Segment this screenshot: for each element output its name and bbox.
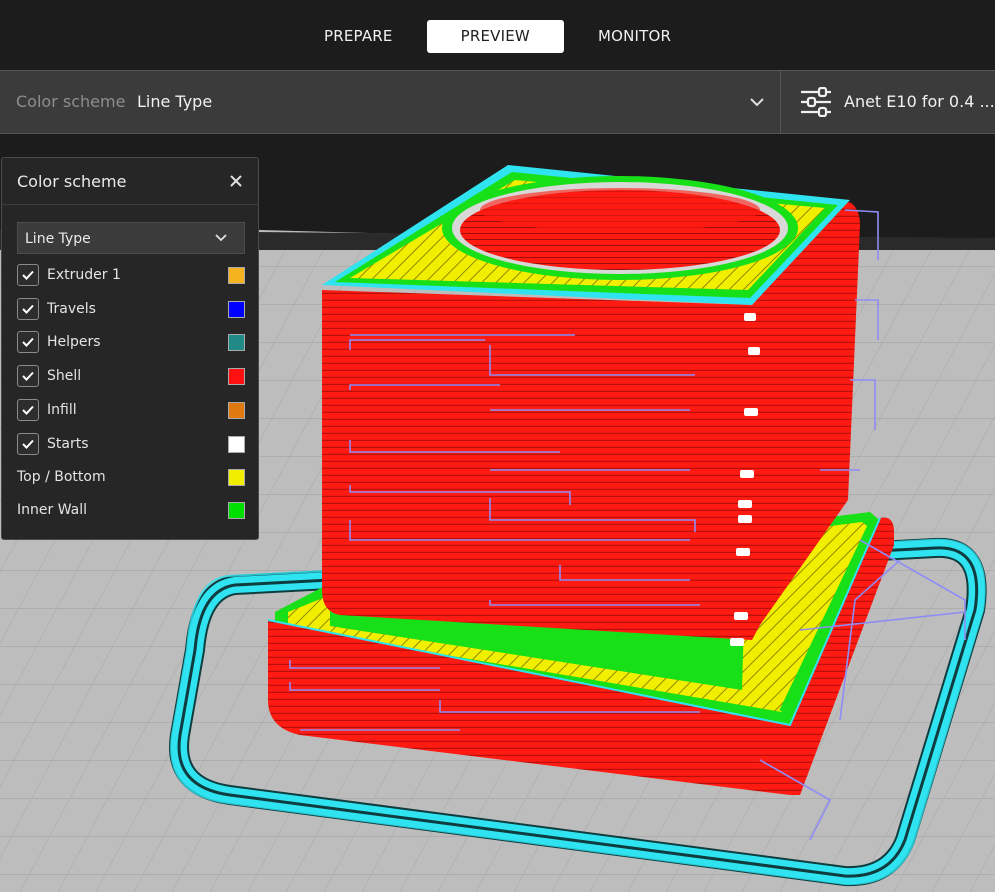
tab-monitor[interactable]: MONITOR bbox=[564, 20, 705, 53]
color-scheme-selector[interactable]: Color scheme Line Type bbox=[0, 70, 781, 134]
color-scheme-label: Color scheme bbox=[16, 92, 126, 111]
infill-checkbox[interactable] bbox=[17, 399, 39, 421]
legend-label: Starts bbox=[47, 436, 89, 452]
legend-item-inner-wall: Inner Wall bbox=[17, 498, 245, 522]
tab-prepare[interactable]: PREPARE bbox=[290, 20, 427, 53]
color-swatch bbox=[228, 334, 245, 351]
extruder-1-checkbox[interactable] bbox=[17, 264, 39, 286]
legend-label: Infill bbox=[47, 402, 77, 418]
color-swatch bbox=[228, 301, 245, 318]
legend-item-shell: Shell bbox=[17, 364, 245, 388]
printer-name: Anet E10 for 0.4 ...) - bbox=[844, 92, 995, 111]
color-swatch bbox=[228, 436, 245, 453]
panel-title: Color scheme bbox=[17, 172, 127, 191]
color-swatch bbox=[228, 502, 245, 519]
dropdown-value: Line Type bbox=[25, 231, 91, 247]
legend-label: Travels bbox=[47, 301, 96, 317]
legend-label: Shell bbox=[47, 368, 82, 384]
color-scheme-panel: Color scheme Line Type Extruder 1 Travel… bbox=[1, 157, 259, 540]
stage-bar: PREPARE PREVIEW MONITOR bbox=[0, 0, 995, 70]
starts-checkbox[interactable] bbox=[17, 433, 39, 455]
settings-sliders-icon bbox=[801, 87, 831, 117]
legend-item-infill: Infill bbox=[17, 398, 245, 422]
legend-item-extruder-1: Extruder 1 bbox=[17, 263, 245, 287]
legend-label: Inner Wall bbox=[17, 502, 87, 518]
check-icon bbox=[22, 405, 34, 415]
color-swatch bbox=[228, 368, 245, 385]
color-swatch bbox=[228, 402, 245, 419]
legend-label: Helpers bbox=[47, 334, 101, 350]
tab-preview[interactable]: PREVIEW bbox=[426, 20, 564, 53]
legend-item-travels: Travels bbox=[17, 297, 245, 321]
color-swatch bbox=[228, 469, 245, 486]
view-toolbar: Color scheme Line Type Anet E10 for 0.4 … bbox=[0, 70, 995, 134]
color-scheme-value: Line Type bbox=[137, 92, 213, 111]
legend-item-helpers: Helpers bbox=[17, 330, 245, 354]
travels-checkbox[interactable] bbox=[17, 298, 39, 320]
panel-header: Color scheme bbox=[2, 158, 258, 205]
close-icon[interactable] bbox=[228, 173, 244, 189]
color-swatch bbox=[228, 267, 245, 284]
stage-tabs: PREPARE PREVIEW MONITOR bbox=[290, 20, 705, 53]
chevron-down-icon bbox=[750, 98, 764, 107]
legend-item-top-bottom: Top / Bottom bbox=[17, 465, 245, 489]
printer-settings-button[interactable]: Anet E10 for 0.4 ...) - bbox=[781, 70, 995, 134]
legend-item-starts: Starts bbox=[17, 432, 245, 456]
check-icon bbox=[22, 337, 34, 347]
shell-checkbox[interactable] bbox=[17, 365, 39, 387]
check-icon bbox=[22, 304, 34, 314]
legend-label: Top / Bottom bbox=[17, 469, 106, 485]
check-icon bbox=[22, 270, 34, 280]
helpers-checkbox[interactable] bbox=[17, 331, 39, 353]
line-type-dropdown[interactable]: Line Type bbox=[17, 222, 245, 254]
chevron-down-icon bbox=[215, 234, 227, 242]
legend-label: Extruder 1 bbox=[47, 267, 121, 283]
check-icon bbox=[22, 371, 34, 381]
check-icon bbox=[22, 439, 34, 449]
